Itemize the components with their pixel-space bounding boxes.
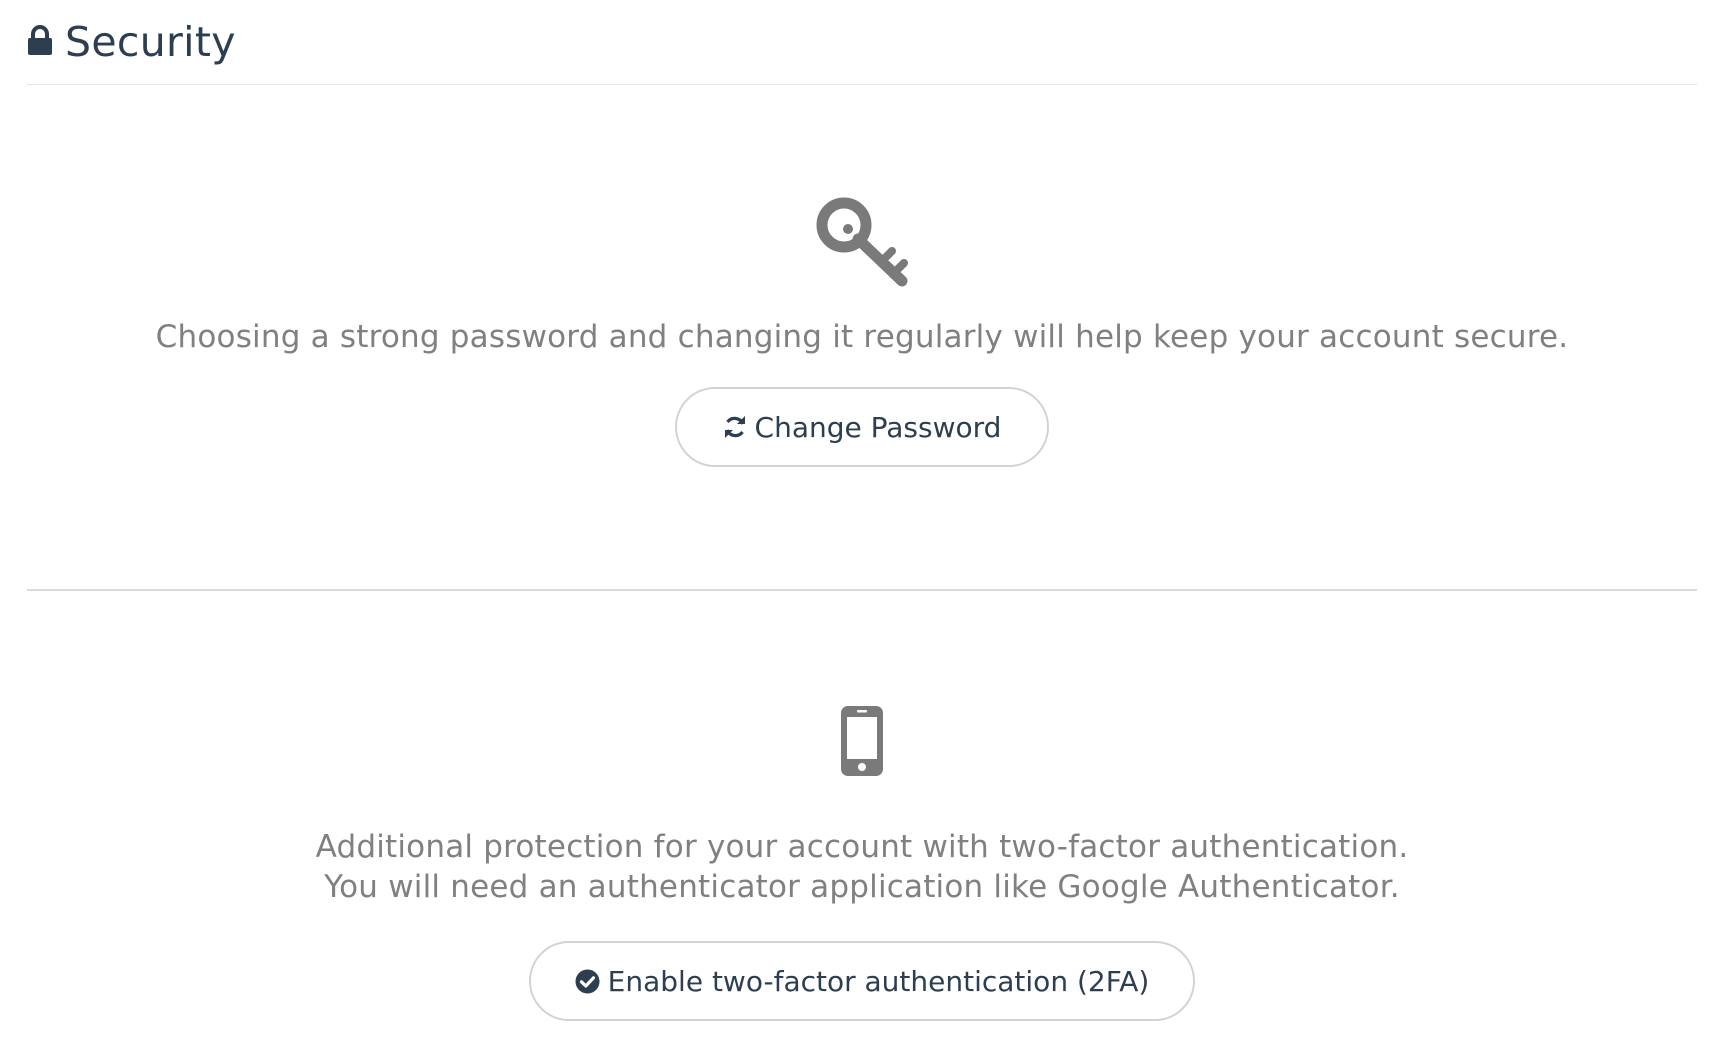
check-circle-icon [575,969,600,994]
twofa-section: Additional protection for your account w… [27,591,1697,1021]
refresh-icon [723,415,747,439]
page-title: Security [65,18,236,66]
enable-2fa-label: Enable two-factor authentication (2FA) [607,964,1150,998]
key-icon [814,193,910,289]
page-header: Security [27,0,1697,85]
twofa-description-line1: Additional protection for your account w… [315,829,1409,865]
lock-icon [27,23,55,57]
twofa-description-line2: You will need an authenticator applicati… [324,869,1400,905]
change-password-button[interactable]: Change Password [675,387,1049,467]
enable-2fa-button[interactable]: Enable two-factor authentication (2FA) [529,941,1195,1021]
password-section: Choosing a strong password and changing … [27,85,1697,591]
security-page: Security Choosing a strong password and … [0,0,1724,1052]
mobile-phone-icon [839,703,885,779]
change-password-label: Change Password [754,410,1002,444]
password-description: Choosing a strong password and changing … [155,319,1569,355]
twofa-description: Additional protection for your account w… [316,827,1409,907]
